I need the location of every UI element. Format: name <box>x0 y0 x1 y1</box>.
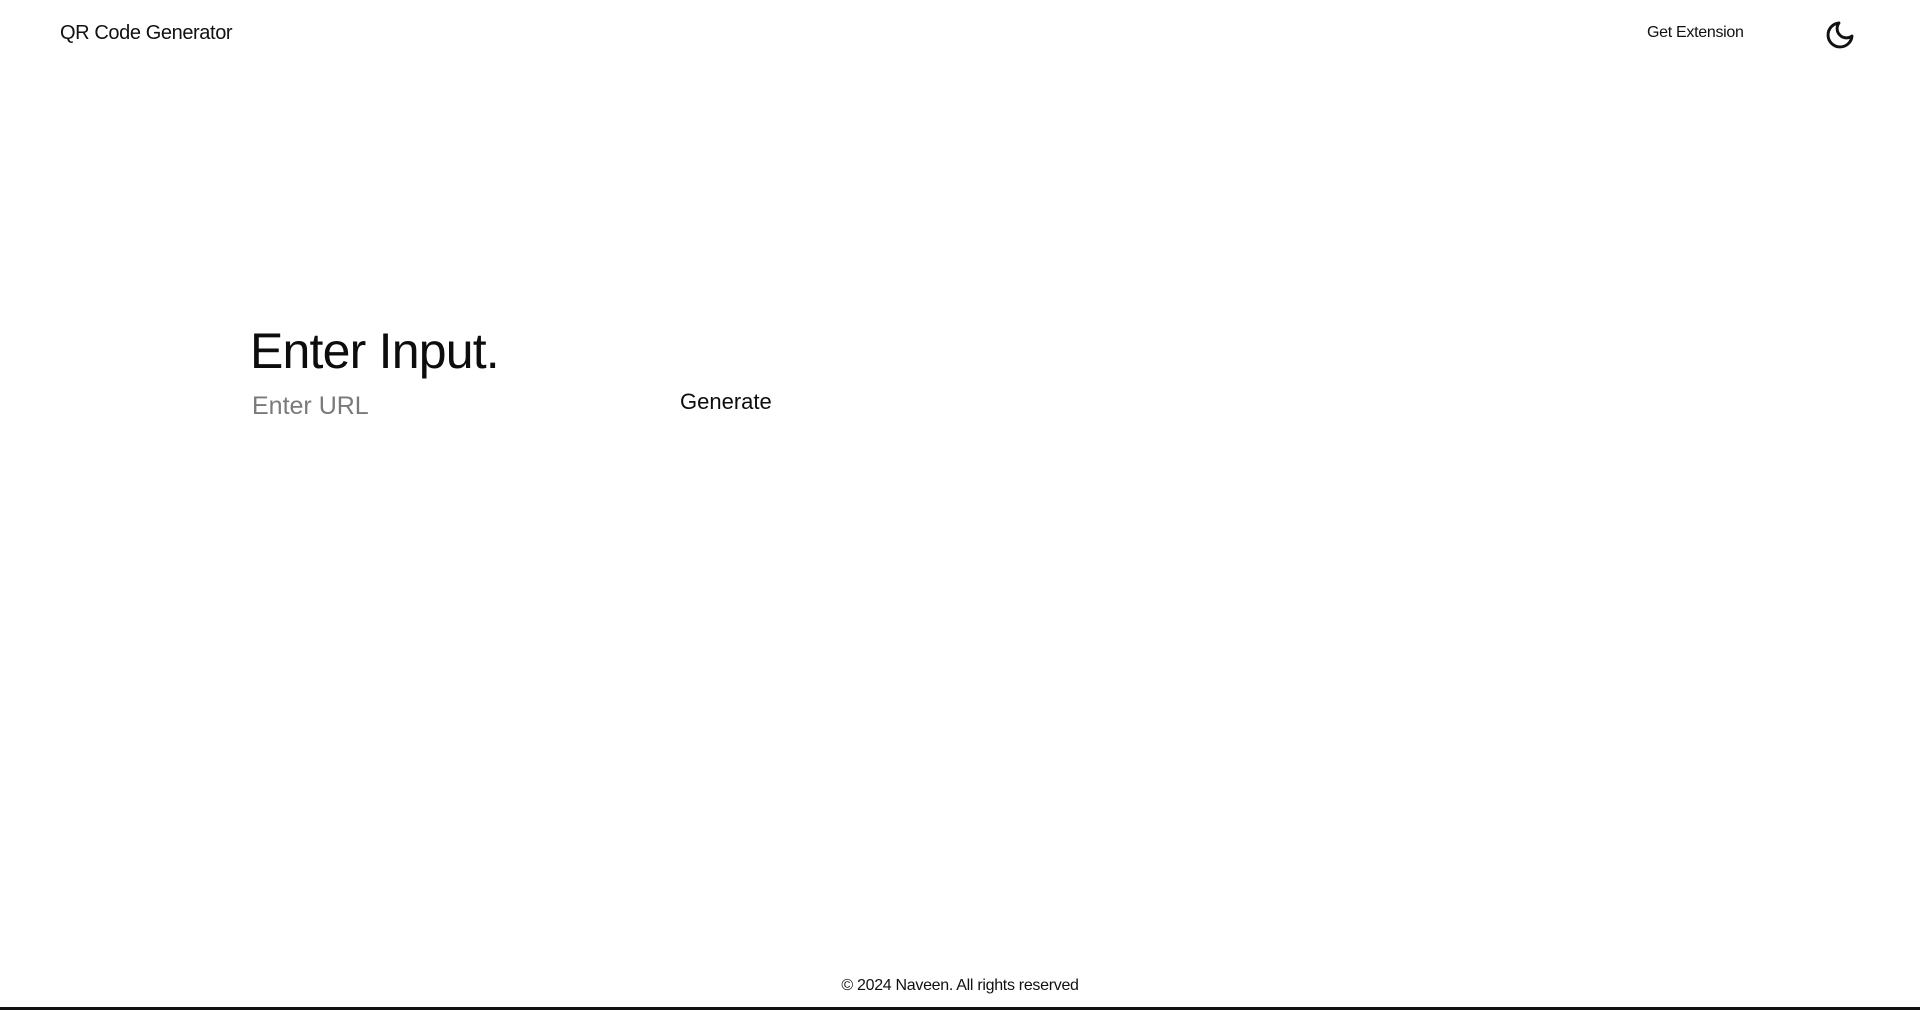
moon-icon <box>1826 21 1854 49</box>
top-bar: QR Code Generator Get Extension <box>0 0 1920 70</box>
generate-button[interactable]: Generate <box>678 389 774 415</box>
theme-toggle-button[interactable] <box>1822 17 1858 53</box>
footer: © 2024 Naveen. All rights reserved <box>0 977 1920 995</box>
copyright-text: © 2024 Naveen. All rights reserved <box>841 977 1079 994</box>
page-title: Enter Input. <box>250 323 500 379</box>
url-form: Generate <box>250 388 810 428</box>
app-title: QR Code Generator <box>60 22 233 44</box>
get-extension-link[interactable]: Get Extension <box>1647 24 1744 42</box>
url-input[interactable] <box>250 388 654 424</box>
main-content: Enter Input. Generate <box>250 318 810 428</box>
page: QR Code Generator Get Extension Enter In… <box>0 0 1920 1010</box>
